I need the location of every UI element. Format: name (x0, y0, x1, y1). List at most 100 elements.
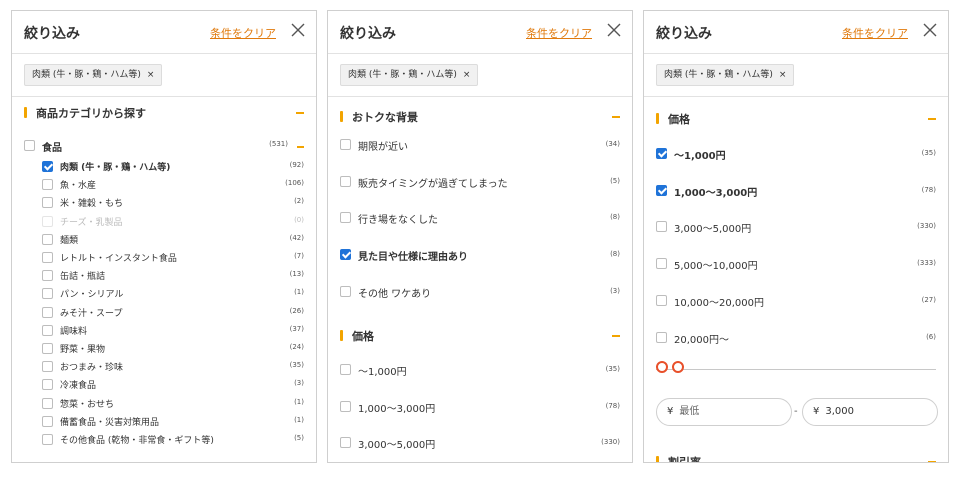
option-label: 5,000〜10,000円 (674, 261, 758, 273)
checkbox[interactable] (42, 197, 53, 209)
price-option[interactable]: 3,000〜5,000円 (330) (340, 436, 620, 452)
category-label: 食品 (42, 143, 62, 154)
checkbox-checked[interactable] (656, 184, 667, 196)
clear-conditions-link[interactable]: 条件をクリア (210, 25, 276, 41)
checkbox-checked[interactable] (340, 249, 351, 261)
price-slider-min-handle[interactable] (656, 361, 668, 373)
checkbox[interactable] (340, 285, 351, 297)
checkbox[interactable] (42, 252, 53, 263)
category-item[interactable]: 調味料 (37) (42, 324, 304, 340)
category-item[interactable]: その他食品 (乾物・非常食・ギフト等) (5) (42, 433, 304, 449)
category-item[interactable]: レトルト・インスタント食品 (7) (42, 251, 304, 267)
checkbox[interactable] (340, 139, 351, 150)
category-item[interactable]: おつまみ・珍味 (35) (42, 360, 304, 376)
reason-option[interactable]: 期限が近い (34) (340, 138, 620, 154)
close-icon[interactable] (606, 22, 622, 38)
checkbox[interactable] (42, 343, 53, 354)
checkbox[interactable] (340, 400, 351, 412)
price-min-input[interactable]: ¥ 最低 (656, 398, 792, 426)
collapse-minus-icon[interactable] (928, 461, 936, 462)
category-item[interactable]: チーズ・乳製品 (0) (42, 215, 304, 231)
price-slider-max-handle[interactable] (672, 361, 684, 373)
collapse-minus-icon[interactable] (296, 112, 304, 114)
price-option[interactable]: 1,000〜3,000円 (78) (340, 400, 620, 416)
reason-option[interactable]: 販売タイミングが過ぎてしまった (5) (340, 175, 620, 191)
price-option[interactable]: 1,000〜3,000円 (78) (656, 184, 936, 200)
category-item[interactable]: 肉類 (牛・豚・鶏・ハム等) (92) (42, 160, 304, 176)
checkbox[interactable] (340, 437, 351, 449)
checkbox[interactable] (42, 379, 53, 391)
section-header-discount[interactable]: 割引率 (656, 453, 936, 462)
option-count: (37) (289, 324, 304, 333)
price-max-value: 3,000 (825, 406, 855, 417)
option-count: (42) (289, 233, 304, 242)
price-slider-track[interactable] (656, 369, 936, 370)
category-item[interactable]: 魚・水産 (106) (42, 178, 304, 194)
checkbox[interactable] (42, 324, 53, 336)
checkbox-checked[interactable] (42, 161, 53, 172)
option-count: (78) (921, 185, 936, 194)
checkbox[interactable] (656, 258, 667, 270)
option-label: 1,000〜3,000円 (674, 187, 758, 199)
collapse-minus-icon[interactable] (612, 116, 620, 118)
price-option[interactable]: 〜1,000円 (35) (340, 363, 620, 379)
checkbox[interactable] (24, 140, 35, 151)
price-option[interactable]: 3,000〜5,000円 (330) (656, 220, 936, 236)
checkbox[interactable] (42, 215, 53, 227)
category-item[interactable]: みそ汁・スープ (26) (42, 306, 304, 322)
checkbox[interactable] (340, 364, 351, 375)
reason-option[interactable]: その他 ワケあり (3) (340, 285, 620, 301)
collapse-minus-icon[interactable] (612, 335, 620, 337)
clear-conditions-link[interactable]: 条件をクリア (526, 25, 592, 41)
option-count: (6) (926, 332, 936, 341)
section-header-category[interactable]: 商品カテゴリから探す (24, 104, 304, 122)
category-item[interactable]: 惣菜・おせち (1) (42, 397, 304, 413)
checkbox[interactable] (42, 179, 53, 191)
close-icon[interactable] (290, 22, 306, 38)
close-icon[interactable] (922, 22, 938, 38)
checkbox[interactable] (42, 361, 53, 373)
checkbox[interactable] (42, 288, 53, 300)
section-header-price[interactable]: 価格 (340, 327, 620, 345)
checkbox[interactable] (42, 397, 53, 409)
chip-remove-icon[interactable]: × (779, 70, 787, 80)
checkbox[interactable] (656, 331, 667, 343)
selected-chip[interactable]: 肉類 (牛・豚・鶏・ハム等) × (340, 64, 479, 86)
checkbox[interactable] (340, 175, 351, 187)
category-parent-row[interactable]: 食品 (531) (24, 139, 304, 155)
price-option[interactable]: 5,000〜10,000円 (333) (656, 257, 936, 273)
option-label: その他食品 (乾物・非常食・ギフト等) (60, 436, 214, 446)
selected-chip[interactable]: 肉類 (牛・豚・鶏・ハム等) × (656, 64, 795, 86)
section-header-reason[interactable]: おトクな背景 (340, 108, 620, 126)
selected-chip[interactable]: 肉類 (牛・豚・鶏・ハム等) × (24, 64, 163, 86)
section-header-price[interactable]: 価格 (656, 110, 936, 128)
checkbox[interactable] (340, 212, 351, 224)
checkbox[interactable] (42, 233, 53, 245)
checkbox[interactable] (656, 221, 667, 233)
price-option[interactable]: 〜1,000円 (35) (656, 147, 936, 163)
collapse-minus-icon[interactable] (297, 146, 304, 148)
option-label: 惣菜・おせち (60, 399, 115, 410)
category-item[interactable]: 米・雑穀・もち (2) (42, 196, 304, 212)
checkbox[interactable] (656, 294, 667, 306)
chip-remove-icon[interactable]: × (147, 70, 155, 80)
checkbox[interactable] (42, 270, 53, 282)
reason-option[interactable]: 行き場をなくした (8) (340, 211, 620, 227)
price-option[interactable]: 20,000円〜 (6) (656, 331, 936, 347)
checkbox[interactable] (42, 434, 53, 445)
checkbox[interactable] (42, 306, 53, 318)
price-option[interactable]: 10,000〜20,000円 (27) (656, 294, 936, 310)
clear-conditions-link[interactable]: 条件をクリア (842, 25, 908, 41)
category-item[interactable]: 野菜・果物 (24) (42, 342, 304, 358)
category-item[interactable]: 冷凍食品 (3) (42, 378, 304, 394)
category-item[interactable]: パン・シリアル (1) (42, 287, 304, 303)
category-item[interactable]: 缶詰・瓶詰 (13) (42, 269, 304, 285)
category-item[interactable]: 麺類 (42) (42, 233, 304, 249)
category-item[interactable]: 備蓄食品・災害対策用品 (1) (42, 415, 304, 431)
chip-remove-icon[interactable]: × (463, 70, 471, 80)
checkbox[interactable] (42, 415, 53, 427)
checkbox-checked[interactable] (656, 148, 667, 159)
collapse-minus-icon[interactable] (928, 118, 936, 120)
price-max-input[interactable]: ¥3,000 (802, 398, 938, 426)
reason-option[interactable]: 見た目や仕様に理由あり (8) (340, 248, 620, 264)
